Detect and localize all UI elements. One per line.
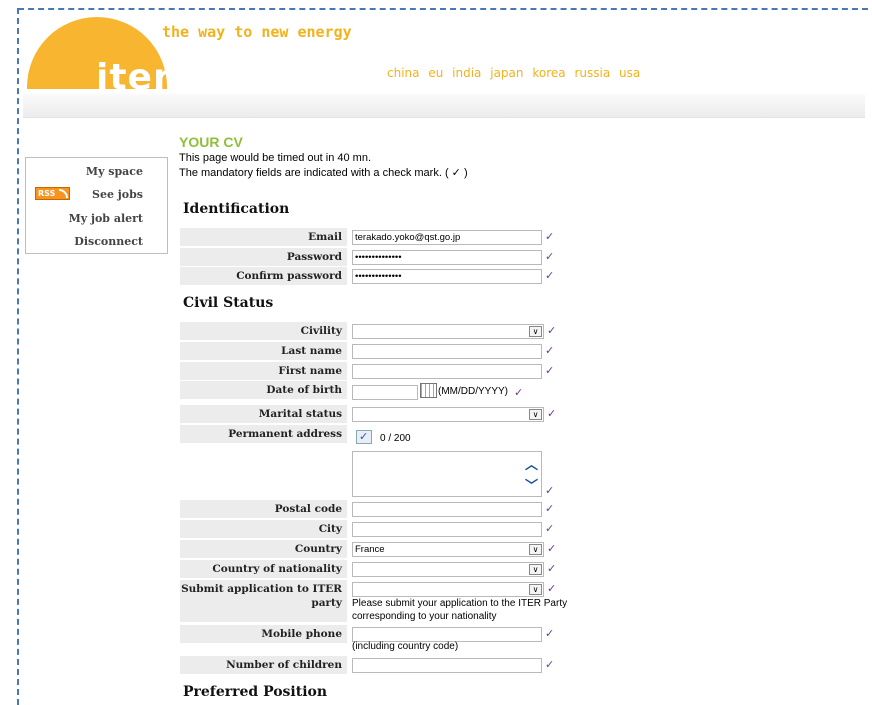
country-link-eu[interactable]: eu [428,66,443,80]
date-of-birth-label: Date of birth [180,381,347,399]
password-label: Password [180,248,347,266]
mandatory-check-icon: ✓ [545,658,555,671]
mandatory-check-icon: ✓ [547,562,557,575]
mandatory-check-icon: ✓ [545,522,555,535]
sidebar-item-disconnect[interactable]: Disconnect [74,235,143,248]
mandatory-notice: The mandatory fields are indicated with … [179,167,468,179]
permanent-address-label: Permanent address [180,425,347,443]
country-of-nationality-select[interactable]: ∨ [352,562,544,577]
last-name-field[interactable] [352,344,542,359]
iter-logo[interactable]: iter [18,16,178,89]
country-link-india[interactable]: india [452,66,481,80]
chevron-down-icon[interactable]: ∨ [529,326,542,337]
scroll-down-icon[interactable]: ﹀ [525,475,538,494]
rss-icon[interactable]: RSS [35,187,70,200]
city-field[interactable] [352,522,542,537]
mandatory-check-icon: ✓ [545,627,555,640]
member-countries: china eu india japan korea russia usa [387,66,645,80]
mandatory-check-icon: ✓ [547,407,557,420]
address-char-counter: 0 / 200 [380,433,411,444]
tagline: the way to new energy [162,23,352,41]
mandatory-check-icon: ✓ [545,484,555,497]
date-of-birth-field[interactable] [352,385,418,400]
rss-badge-label: RSS [38,189,56,198]
timeout-notice: This page would be timed out in 40 mn. [179,152,372,164]
calendar-icon[interactable] [420,383,437,398]
chevron-down-icon[interactable]: ∨ [529,409,542,420]
date-format-hint: (MM/DD/YYYY) [438,386,508,397]
mandatory-check-icon: ✓ [545,502,555,515]
sidebar-menu: My space RSS See jobs My job alert Disco… [25,157,168,254]
civility-label: Civility [180,322,347,340]
page-border-left [17,8,19,705]
password-field[interactable]: •••••••••••••• [352,250,542,265]
page-title: YOUR CV [179,134,243,150]
number-of-children-field[interactable] [352,658,542,673]
confirm-password-label: Confirm password [180,267,347,285]
mandatory-check-icon: ✓ [545,344,555,357]
confirm-password-field[interactable]: •••••••••••••• [352,269,542,284]
postal-code-field[interactable] [352,502,542,517]
mobile-phone-note: (including country code) [352,641,459,652]
navigation-bar [23,94,865,118]
email-field[interactable]: terakado.yoko@qst.go.jp [352,230,542,245]
mandatory-check-icon: ✓ [545,250,555,263]
country-link-russia[interactable]: russia [574,66,610,80]
mandatory-check-icon: ✓ [547,324,557,337]
permanent-address-textarea[interactable]: ︿ ﹀ [352,451,542,497]
mandatory-check-icon: ✓ [545,269,555,282]
country-link-japan[interactable]: japan [490,66,523,80]
civility-select[interactable]: ∨ [352,324,544,339]
section-title-identification: Identification [183,201,290,217]
submit-party-select[interactable]: ∨ [352,582,544,597]
section-title-civil-status: Civil Status [183,295,274,311]
country-link-korea[interactable]: korea [532,66,565,80]
mobile-phone-field[interactable] [352,627,542,642]
submit-party-label-line2: party [311,597,342,609]
submit-party-label: Submit application to ITER party [180,580,347,622]
postal-code-label: Postal code [180,500,347,518]
section-title-preferred-position: Preferred Position [183,684,328,700]
email-label: Email [180,228,347,246]
country-of-nationality-label: Country of nationality [180,560,347,578]
spellcheck-icon[interactable] [356,430,372,444]
submit-party-note-line2: corresponding to your nationality [352,611,497,622]
sidebar-item-my-space[interactable]: My space [86,165,143,178]
submit-party-note-line1: Please submit your application to the IT… [352,598,568,609]
first-name-label: First name [180,362,347,380]
chevron-down-icon[interactable]: ∨ [529,564,542,575]
number-of-children-label: Number of children [180,656,347,674]
marital-status-label: Marital status [180,405,347,423]
sidebar-item-see-jobs[interactable]: See jobs [92,188,143,201]
scroll-up-icon[interactable]: ︿ [525,454,538,473]
country-link-usa[interactable]: usa [619,66,640,80]
first-name-field[interactable] [352,364,542,379]
marital-status-select[interactable]: ∨ [352,407,544,422]
country-link-china[interactable]: china [387,66,420,80]
mandatory-check-icon: ✓ [547,542,557,555]
submit-party-label-line1: Submit application to ITER [181,583,342,595]
mandatory-check-icon: ✓ [545,230,555,243]
mandatory-check-icon: ✓ [514,386,524,399]
city-label: City [180,520,347,538]
mandatory-check-icon: ✓ [545,364,555,377]
last-name-label: Last name [180,342,347,360]
page-border-top [18,8,868,10]
mobile-phone-label: Mobile phone [180,625,347,643]
chevron-down-icon[interactable]: ∨ [529,544,542,555]
country-value: France [355,544,385,555]
sidebar-item-my-job-alert[interactable]: My job alert [69,212,143,225]
mandatory-check-icon: ✓ [547,582,557,595]
logo-text: iter [96,57,172,90]
country-select[interactable]: France ∨ [352,542,544,557]
country-label: Country [180,540,347,558]
chevron-down-icon[interactable]: ∨ [529,584,542,595]
